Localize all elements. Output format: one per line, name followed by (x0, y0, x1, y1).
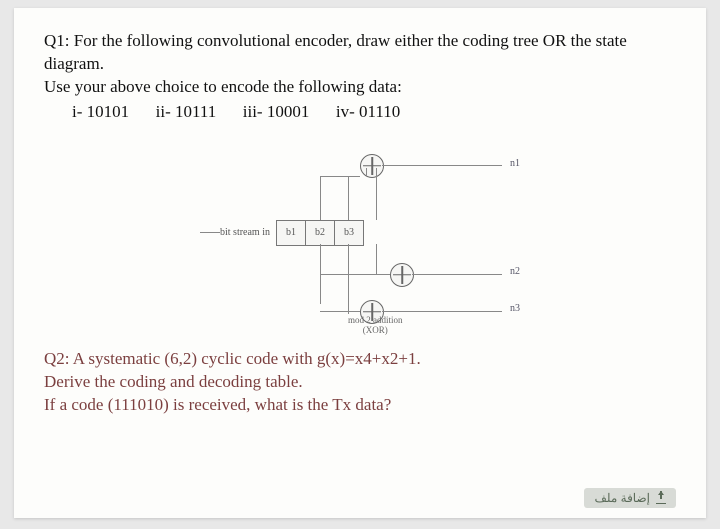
input-stream-label: bit stream in (220, 227, 270, 238)
q2-line2: Derive the coding and decoding table. (44, 371, 676, 394)
q2-block: Q2: A systematic (6,2) cyclic code with … (44, 348, 676, 417)
register-b2: b2 (306, 220, 335, 246)
register-b1: b1 (276, 220, 306, 246)
add-file-button[interactable]: إضافة ملف (584, 488, 676, 508)
q2-line3: If a code (111010) is received, what is … (44, 394, 676, 417)
upload-icon (656, 493, 666, 504)
q1-item-ii: ii- 10111 (156, 101, 217, 124)
shift-register-row: bit stream in b1 b2 b3 (220, 220, 364, 246)
q1-item-iii: iii- 10001 (243, 101, 310, 124)
xor-icon (390, 263, 414, 287)
add-file-label: إضافة ملف (594, 491, 650, 505)
output-n1-label: n1 (510, 158, 520, 169)
output-n3-label: n3 (510, 303, 520, 314)
q1-prompt-line2: Use your above choice to encode the foll… (44, 76, 676, 99)
output-n2-label: n2 (510, 266, 520, 277)
register-b3: b3 (335, 220, 364, 246)
q2-line1: Q2: A systematic (6,2) cyclic code with … (44, 348, 676, 371)
q1-item-iv: iv- 01110 (336, 101, 400, 124)
q1-data-items: i- 10101 ii- 10111 iii- 10001 iv- 01110 (44, 101, 676, 124)
q1-prompt-line1: Q1: For the following convolutional enco… (44, 30, 676, 76)
xor-icon (360, 154, 384, 178)
encoder-diagram: bit stream in b1 b2 b3 n1 n2 n3 (170, 138, 550, 338)
exam-page: Q1: For the following convolutional enco… (14, 8, 706, 518)
xor-caption: mod 2 addition (XOR) (348, 316, 403, 336)
q1-item-i: i- 10101 (72, 101, 129, 124)
q1-block: Q1: For the following convolutional enco… (44, 30, 676, 124)
xor-caption-line2: (XOR) (348, 326, 403, 336)
